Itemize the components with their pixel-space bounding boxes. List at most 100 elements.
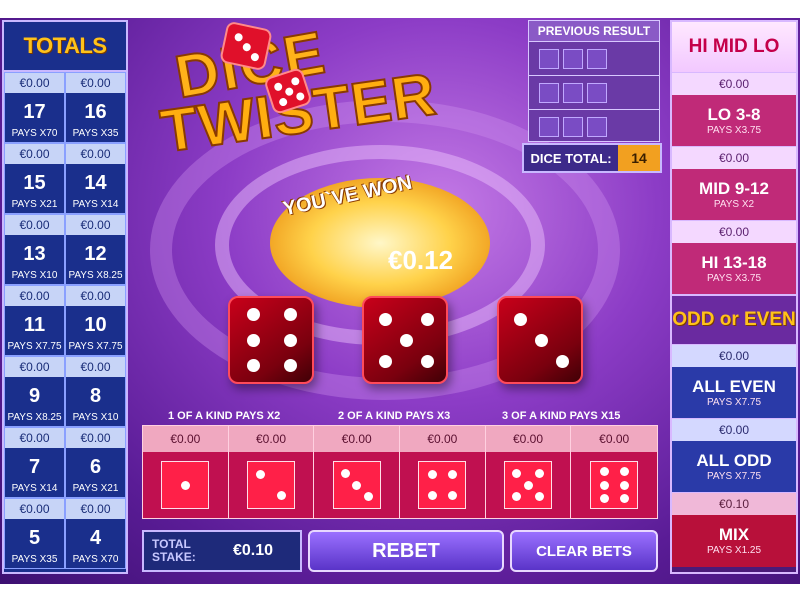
total-bet-cell[interactable]: €0.00 5 PAYS X35 (4, 498, 65, 569)
die-pip (378, 354, 392, 368)
dice-total-label: DICE TOTAL: (530, 150, 612, 166)
previous-result-row (529, 109, 659, 143)
rebet-button[interactable]: REBET (308, 530, 504, 572)
total-bet-pays: PAYS X7.75 (68, 340, 123, 352)
die-pip (399, 333, 413, 347)
dice-total-value: 14 (618, 145, 660, 171)
odd-even-bet-cell[interactable]: €0.10 MIX PAYS X1.25 (672, 492, 796, 567)
total-bet-cell[interactable]: €0.00 13 PAYS X10 (4, 214, 65, 285)
number-bet-cell[interactable]: €0.00 (143, 426, 229, 518)
hi-mid-lo-bet-cell[interactable]: €0.00 MID 9-12 PAYS X2 (672, 146, 796, 221)
previous-result-slot (587, 82, 607, 103)
number-bet-stake: €0.00 (400, 426, 485, 452)
total-bet-number: 9 (28, 385, 41, 407)
number-bet-slot (486, 452, 571, 518)
total-bet-number: 7 (28, 456, 41, 478)
total-stake-label-line2: STAKE: (152, 550, 196, 564)
die-pip (619, 480, 629, 490)
hi-mid-lo-panel: HI MID LO €0.00 LO 3-8 PAYS X3.75 €0.00 MID … (670, 20, 798, 574)
kind-label-1: 1 OF A KIND PAYS X2 (168, 410, 281, 422)
totals-grid: €0.00 17 PAYS X70 €0.00 16 PAYS X35 €0.00 15 PAY… (4, 72, 126, 569)
clear-bets-button[interactable]: CLEAR BETS (510, 530, 658, 572)
previous-result-row (529, 41, 659, 75)
total-bet-pays: PAYS X35 (11, 553, 58, 565)
die-pip (619, 494, 629, 504)
die-face-icon (418, 461, 467, 509)
total-bet-cell[interactable]: €0.00 10 PAYS X7.75 (65, 285, 126, 356)
bet-pays: PAYS X1.25 (672, 545, 796, 567)
result-die-icon (228, 296, 314, 384)
total-bet-pays: PAYS X14 (11, 482, 58, 494)
total-bet-stake: €0.00 (5, 73, 64, 93)
number-bet-stake: €0.00 (228, 426, 314, 452)
previous-result-slot (539, 116, 559, 137)
total-bet-cell[interactable]: €0.00 8 PAYS X10 (65, 356, 126, 427)
total-bet-cell[interactable]: €0.00 7 PAYS X14 (4, 427, 65, 498)
die-pip (535, 492, 545, 501)
total-bet-pays: PAYS X10 (11, 269, 58, 281)
die-pip (283, 358, 297, 372)
total-bet-cell[interactable]: €0.00 17 PAYS X70 (4, 72, 65, 143)
die-pip (363, 492, 373, 501)
total-bet-stake: €0.00 (66, 499, 125, 519)
total-bet-cell[interactable]: €0.00 6 PAYS X21 (65, 427, 126, 498)
previous-result-row (529, 75, 659, 109)
dice-total: DICE TOTAL: 14 (522, 143, 662, 173)
odd-or-even-title: ODD or EVEN (672, 294, 796, 344)
die-pip (447, 490, 457, 500)
previous-result-panel: PREVIOUS RESULT (528, 20, 660, 142)
previous-result-title: PREVIOUS RESULT (529, 21, 659, 41)
die-pip (256, 470, 266, 480)
die-pip (283, 333, 297, 347)
total-bet-cell[interactable]: €0.00 11 PAYS X7.75 (4, 285, 65, 356)
total-bet-stake: €0.00 (5, 144, 64, 164)
odd-even-bet-cell[interactable]: €0.00 ALL EVEN PAYS X7.75 (672, 344, 796, 419)
die-pip (534, 333, 548, 347)
die-pip (378, 312, 392, 326)
bet-label: ALL EVEN (672, 367, 796, 397)
number-bet-cell[interactable]: €0.00 (400, 426, 486, 518)
total-bet-cell[interactable]: €0.00 4 PAYS X70 (65, 498, 126, 569)
result-die-icon (497, 296, 583, 384)
total-bet-pays: PAYS X14 (72, 198, 119, 210)
total-bet-stake: €0.00 (66, 357, 125, 377)
total-bet-pays: PAYS X21 (72, 482, 119, 494)
die-pip (599, 466, 609, 476)
bet-stake: €0.00 (672, 147, 796, 169)
number-bet-cell[interactable]: €0.00 (228, 426, 315, 518)
total-bet-pays: PAYS X8.25 (68, 269, 123, 281)
bet-pays: PAYS X2 (672, 199, 796, 221)
hi-mid-lo-bet-cell[interactable]: €0.00 LO 3-8 PAYS X3.75 (672, 72, 796, 147)
total-bet-cell[interactable]: €0.00 12 PAYS X8.25 (65, 214, 126, 285)
total-stake-label: TOTAL STAKE: (144, 538, 206, 564)
total-bet-number: 13 (23, 243, 46, 265)
die-pip (180, 480, 190, 490)
bet-pays: PAYS X3.75 (672, 273, 796, 295)
number-bet-cell[interactable]: €0.00 (485, 426, 572, 518)
number-bet-cell[interactable]: €0.00 (571, 426, 658, 518)
odd-even-bet-cell[interactable]: €0.00 ALL ODD PAYS X7.75 (672, 418, 796, 493)
die-face-icon (332, 461, 381, 509)
bet-pays: PAYS X7.75 (672, 471, 796, 493)
top-strip (0, 0, 800, 18)
die-pip (447, 470, 457, 480)
total-bet-cell[interactable]: €0.00 14 PAYS X14 (65, 143, 126, 214)
total-bet-cell[interactable]: €0.00 15 PAYS X21 (4, 143, 65, 214)
bet-label: ALL ODD (672, 441, 796, 471)
number-bet-slot (143, 452, 228, 518)
previous-result-slot (563, 116, 583, 137)
total-bet-number: 15 (23, 172, 46, 194)
die-pip (599, 494, 609, 504)
bet-label: HI 13-18 (672, 243, 796, 273)
number-bet-stake: €0.00 (314, 426, 400, 452)
total-bet-cell[interactable]: €0.00 9 PAYS X8.25 (4, 356, 65, 427)
die-pip (555, 354, 569, 368)
die-pip (276, 490, 286, 500)
total-bet-pays: PAYS X35 (72, 127, 119, 139)
bet-stake: €0.10 (672, 493, 796, 515)
total-bet-number: 11 (23, 314, 46, 336)
number-bet-cell[interactable]: €0.00 (314, 426, 401, 518)
total-bet-cell[interactable]: €0.00 16 PAYS X35 (65, 72, 126, 143)
hi-mid-lo-bet-cell[interactable]: €0.00 HI 13-18 PAYS X3.75 (672, 220, 796, 295)
total-bet-stake: €0.00 (66, 428, 125, 448)
